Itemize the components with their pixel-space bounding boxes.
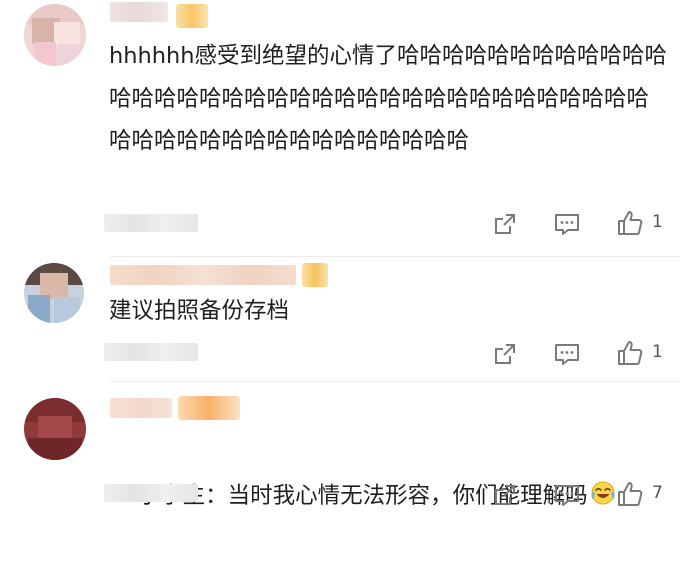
like-count: 1: [652, 342, 663, 362]
comment-item: hhhhhh感受到绝望的心情了哈哈哈哈哈哈哈哈哈哈哈哈哈哈哈哈哈哈哈哈哈哈哈哈哈…: [0, 0, 680, 256]
avatar[interactable]: [24, 263, 84, 323]
thumbs-up-icon: [618, 482, 643, 506]
share-button[interactable]: [490, 209, 520, 239]
member-badge: [302, 263, 328, 287]
comment-text-body: 小学生：当时我心情无法形容，你们能理解吗: [137, 482, 588, 509]
member-badge: [178, 396, 240, 420]
like-button[interactable]: [614, 337, 646, 369]
comment-text: hhhhhh感受到绝望的心情了哈哈哈哈哈哈哈哈哈哈哈哈哈哈哈哈哈哈哈哈哈哈哈哈哈…: [109, 43, 668, 154]
username[interactable]: [110, 2, 168, 22]
comment-timestamp: [104, 343, 198, 361]
comment-text: 建议拍照备份存档: [109, 298, 290, 324]
thumbs-up-icon: [618, 211, 643, 235]
like-button[interactable]: [614, 478, 646, 510]
avatar[interactable]: [24, 398, 86, 460]
comment-icon: [555, 344, 579, 365]
like-count: 1: [652, 212, 663, 232]
comment-timestamp: [104, 214, 198, 232]
avatar[interactable]: [24, 4, 86, 66]
comment-button[interactable]: [552, 339, 582, 369]
share-icon: [495, 214, 515, 234]
like-count: 7: [652, 483, 663, 503]
comment-icon: [555, 485, 579, 506]
share-button[interactable]: [490, 480, 520, 510]
comment-icon: [555, 214, 579, 235]
comment-item: 小学生：当时我心情无法形容，你们能理解吗 7: [0, 382, 680, 513]
username[interactable]: [110, 398, 172, 418]
comment-timestamp: [104, 484, 198, 502]
username[interactable]: [110, 265, 296, 285]
comment-button[interactable]: [552, 480, 582, 510]
share-button[interactable]: [490, 339, 520, 369]
like-button[interactable]: [614, 207, 646, 239]
comment-button[interactable]: [552, 209, 582, 239]
thumbs-up-icon: [618, 341, 643, 365]
member-badge: [176, 4, 208, 28]
share-icon: [495, 344, 515, 364]
share-icon: [495, 485, 515, 505]
comment-item: 建议拍照备份存档 1: [0, 257, 680, 381]
laughing-crying-emoji-icon: [590, 478, 616, 521]
